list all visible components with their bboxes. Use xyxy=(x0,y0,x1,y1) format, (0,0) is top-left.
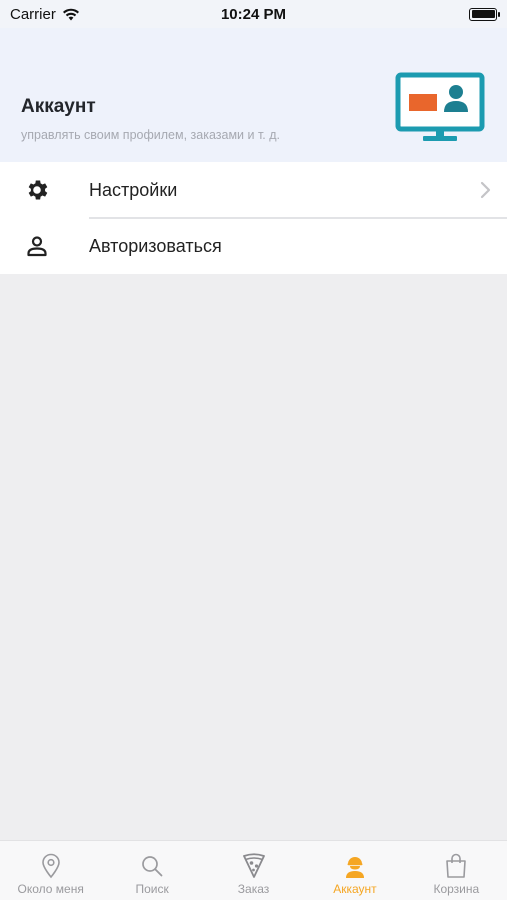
shopping-bag-icon xyxy=(443,853,469,879)
search-icon xyxy=(139,853,165,879)
tab-order[interactable]: Заказ xyxy=(203,841,304,900)
page-title: Аккаунт xyxy=(21,96,96,117)
menu-divider xyxy=(89,217,507,219)
pizza-slice-icon xyxy=(241,853,267,879)
tab-label: Аккаунт xyxy=(333,882,377,896)
menu-item-login[interactable]: Авторизоваться xyxy=(0,218,507,274)
battery-icon xyxy=(469,7,500,21)
menu-item-label: Авторизоваться xyxy=(89,235,222,256)
tab-label: Около меня xyxy=(17,882,84,896)
tab-label: Поиск xyxy=(135,882,169,896)
tab-label: Корзина xyxy=(433,882,480,896)
status-bar: Carrier 10:24 PM xyxy=(0,0,507,28)
tab-account[interactable]: Аккаунт xyxy=(304,841,405,900)
location-pin-icon xyxy=(38,853,64,879)
wifi-icon xyxy=(62,8,79,20)
chevron-right-icon xyxy=(480,181,491,199)
tab-bar: Около меня Поиск Заказ Аккаунт Корзина xyxy=(0,840,507,900)
account-icon xyxy=(342,853,368,879)
monitor-profile-illustration xyxy=(395,72,485,141)
user-icon xyxy=(24,233,50,259)
menu-item-settings[interactable]: Настройки xyxy=(0,162,507,218)
gear-icon xyxy=(24,177,50,203)
tab-cart[interactable]: Корзина xyxy=(406,841,507,900)
tab-nearby[interactable]: Около меня xyxy=(0,841,101,900)
tab-label: Заказ xyxy=(237,882,270,896)
tab-search[interactable]: Поиск xyxy=(101,841,202,900)
carrier-label: Carrier xyxy=(10,5,56,23)
menu-item-label: Настройки xyxy=(89,179,178,200)
page-subtitle: управлять своим профилем, заказами и т. … xyxy=(21,128,281,142)
account-header: Аккаунт управлять своим профилем, заказа… xyxy=(0,28,507,162)
